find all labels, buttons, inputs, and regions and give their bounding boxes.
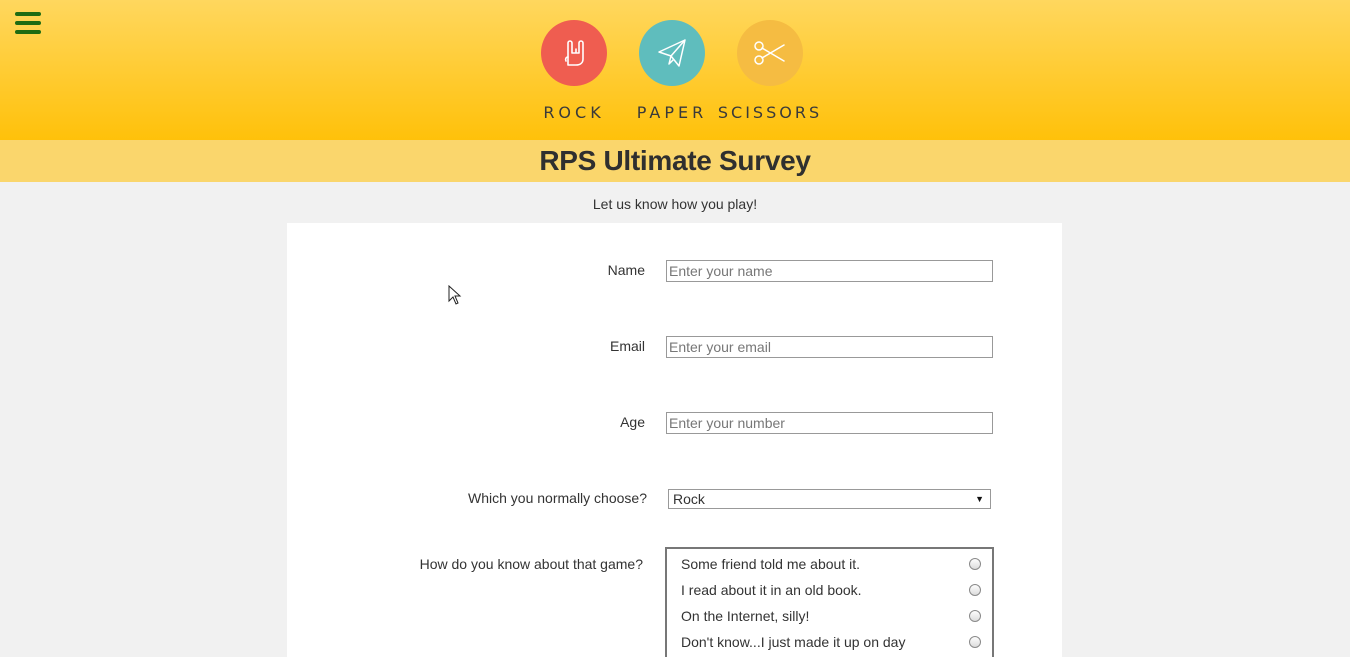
radio-button[interactable]: [969, 610, 981, 622]
rock-label: ROCK: [543, 103, 605, 122]
choice-select[interactable]: Rock ▼: [668, 489, 991, 509]
radio-option[interactable]: On the Internet, silly!: [681, 606, 981, 626]
radio-option[interactable]: Some friend told me about it.: [681, 554, 981, 574]
radio-button[interactable]: [969, 584, 981, 596]
age-label: Age: [620, 414, 645, 430]
chevron-down-icon: ▼: [975, 494, 984, 504]
source-label: How do you know about that game?: [419, 556, 643, 572]
source-radio-group: Some friend told me about it. I read abo…: [665, 547, 994, 657]
radio-option-label: Some friend told me about it.: [681, 556, 860, 572]
radio-option[interactable]: Don't know...I just made it up on day: [681, 632, 981, 652]
menu-icon[interactable]: [15, 12, 41, 34]
radio-option-label: Don't know...I just made it up on day: [681, 634, 906, 650]
scissors-label: SCISSORS: [717, 103, 823, 122]
radio-button[interactable]: [969, 636, 981, 648]
radio-option[interactable]: I read about it in an old book.: [681, 580, 981, 600]
paper-logo[interactable]: PAPER: [617, 20, 727, 122]
title-bar: RPS Ultimate Survey: [0, 140, 1350, 182]
scissors-logo[interactable]: SCISSORS: [715, 20, 825, 122]
page-title: RPS Ultimate Survey: [539, 145, 811, 176]
paper-plane-icon: [639, 20, 705, 86]
choice-selected-value: Rock: [673, 491, 705, 507]
email-input[interactable]: [666, 336, 993, 358]
email-label: Email: [609, 338, 645, 354]
radio-button[interactable]: [969, 558, 981, 570]
choice-label: Which you normally choose?: [468, 490, 647, 506]
age-input[interactable]: [666, 412, 993, 434]
rock-hand-icon: [541, 20, 607, 86]
rock-logo[interactable]: ROCK: [519, 20, 629, 122]
radio-option-label: I read about it in an old book.: [681, 582, 862, 598]
radio-option-label: On the Internet, silly!: [681, 608, 810, 624]
name-label: Name: [607, 262, 645, 278]
page-subtitle: Let us know how you play!: [592, 196, 758, 212]
header: ROCK PAPER SCISSORS: [0, 0, 1350, 140]
name-input[interactable]: [666, 260, 993, 282]
scissors-icon: [737, 20, 803, 86]
paper-label: PAPER: [636, 103, 708, 122]
mouse-cursor-icon: [448, 285, 462, 305]
